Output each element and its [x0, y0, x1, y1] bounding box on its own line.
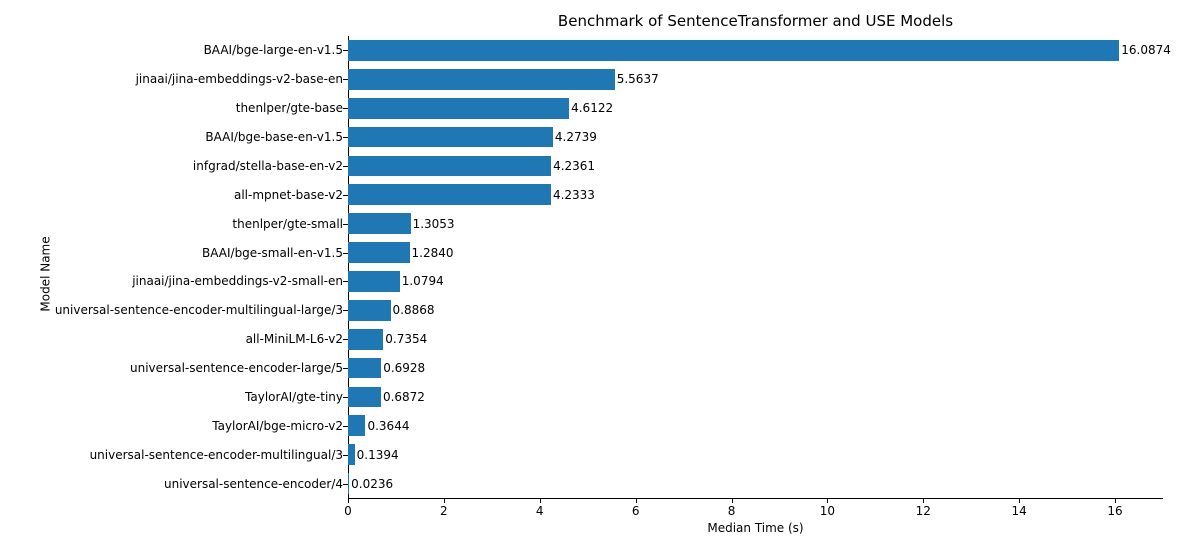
bar	[348, 98, 569, 119]
x-tick-label: 12	[916, 504, 931, 518]
x-tick-label: 2	[440, 504, 448, 518]
y-tick-label: infgrad/stella-base-en-v2	[193, 159, 343, 173]
bar-value-label: 4.2361	[553, 159, 595, 173]
chart-figure: Benchmark of SentenceTransformer and USE…	[0, 0, 1177, 547]
y-tick-label: BAAI/bge-small-en-v1.5	[202, 246, 343, 260]
bar-value-label: 0.6872	[383, 390, 425, 404]
y-tick-label: all-mpnet-base-v2	[234, 188, 343, 202]
y-tick-label: jinaai/jina-embeddings-v2-base-en	[136, 72, 343, 86]
x-axis-label: Median Time (s)	[348, 521, 1163, 535]
bar	[348, 358, 381, 379]
bar	[348, 300, 391, 321]
bar	[348, 271, 400, 292]
bar	[348, 444, 355, 465]
x-tick	[348, 498, 349, 503]
y-tick-label: universal-sentence-encoder-large/5	[130, 361, 343, 375]
y-tick-label: jinaai/jina-embeddings-v2-small-en	[132, 274, 343, 288]
x-tick	[1019, 498, 1020, 503]
bar-value-label: 4.6122	[571, 101, 613, 115]
bar-value-label: 1.2840	[412, 246, 454, 260]
x-tick-label: 14	[1012, 504, 1027, 518]
bar	[348, 387, 381, 408]
x-tick	[732, 498, 733, 503]
y-tick-label: TaylorAI/gte-tiny	[245, 390, 343, 404]
bar-value-label: 0.6928	[383, 361, 425, 375]
x-tick	[540, 498, 541, 503]
x-tick-label: 0	[344, 504, 352, 518]
bar-value-label: 0.7354	[385, 332, 427, 346]
bar-value-label: 1.3053	[413, 217, 455, 231]
bar-value-label: 16.0874	[1121, 43, 1171, 57]
bar	[348, 127, 553, 148]
bar-value-label: 0.8868	[393, 303, 435, 317]
bar	[348, 40, 1119, 61]
y-tick-label: thenlper/gte-small	[232, 217, 343, 231]
x-tick	[1115, 498, 1116, 503]
y-tick-label: TaylorAI/bge-micro-v2	[212, 419, 343, 433]
bar-value-label: 0.0236	[351, 477, 393, 491]
bar-value-label: 4.2739	[555, 130, 597, 144]
bar	[348, 415, 365, 436]
bar	[348, 329, 383, 350]
x-tick-label: 4	[536, 504, 544, 518]
x-axis-line	[348, 498, 1163, 499]
bar	[348, 184, 551, 205]
x-tick-label: 6	[632, 504, 640, 518]
bar	[348, 156, 551, 177]
x-tick	[636, 498, 637, 503]
bar-value-label: 1.0794	[402, 274, 444, 288]
x-tick-label: 10	[820, 504, 835, 518]
bar	[348, 473, 349, 494]
bar-value-label: 5.5637	[617, 72, 659, 86]
bar	[348, 69, 615, 90]
bar	[348, 213, 411, 234]
y-tick-label: BAAI/bge-base-en-v1.5	[205, 130, 343, 144]
y-tick-label: BAAI/bge-large-en-v1.5	[204, 43, 343, 57]
y-tick-label: universal-sentence-encoder-multilingual-…	[55, 303, 343, 317]
y-axis-label: Model Name	[39, 236, 53, 311]
x-tick	[827, 498, 828, 503]
x-tick	[444, 498, 445, 503]
chart-title: Benchmark of SentenceTransformer and USE…	[348, 12, 1163, 30]
x-tick-label: 16	[1107, 504, 1122, 518]
x-tick-label: 8	[728, 504, 736, 518]
bar-value-label: 0.3644	[367, 419, 409, 433]
x-tick	[923, 498, 924, 503]
y-tick-label: universal-sentence-encoder/4	[164, 477, 343, 491]
bar	[348, 242, 410, 263]
bar-value-label: 4.2333	[553, 188, 595, 202]
y-tick-label: all-MiniLM-L6-v2	[246, 332, 343, 346]
bar-value-label: 0.1394	[357, 448, 399, 462]
y-tick-label: universal-sentence-encoder-multilingual/…	[90, 448, 343, 462]
y-tick-label: thenlper/gte-base	[236, 101, 343, 115]
